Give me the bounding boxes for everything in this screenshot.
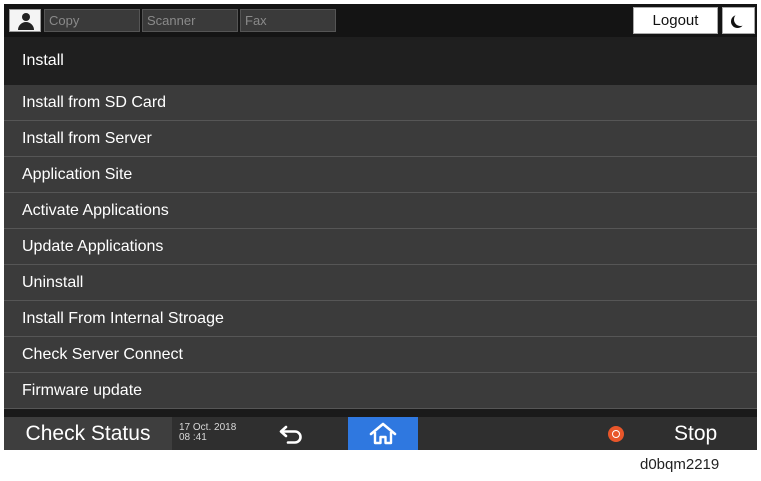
bottom-bar: Check Status 17 Oct. 2018 08 :41 Stop (4, 416, 757, 450)
home-icon (369, 422, 397, 445)
tab-fax[interactable]: Fax (240, 9, 336, 32)
menu-item-install-from-sd-card[interactable]: Install from SD Card (4, 85, 757, 121)
menu-item-firmware-update[interactable]: Firmware update (4, 373, 757, 409)
date-time-display: 17 Oct. 2018 08 :41 (179, 423, 236, 443)
tab-scanner[interactable]: Scanner (142, 9, 238, 32)
menu-item-check-server-connect[interactable]: Check Server Connect (4, 337, 757, 373)
stop-icon[interactable] (608, 426, 624, 442)
logout-button[interactable]: Logout (633, 7, 718, 34)
menu-item-activate-applications[interactable]: Activate Applications (4, 193, 757, 229)
time-text: 08 :41 (179, 432, 207, 443)
energy-saver-button[interactable] (722, 7, 755, 34)
user-button[interactable] (9, 9, 41, 32)
menu-item-update-applications[interactable]: Update Applications (4, 229, 757, 265)
back-button[interactable] (262, 417, 322, 450)
stop-button[interactable]: Stop (674, 417, 717, 450)
menu-item-install-from-server[interactable]: Install from Server (4, 121, 757, 157)
menu-item-application-site[interactable]: Application Site (4, 157, 757, 193)
moon-icon (734, 13, 747, 26)
tab-copy[interactable]: Copy (44, 9, 140, 32)
home-button[interactable] (348, 417, 418, 450)
device-screen: Copy Scanner Fax Logout Install Install … (4, 4, 757, 450)
top-bar: Copy Scanner Fax Logout (4, 4, 757, 37)
back-arrow-icon (279, 425, 302, 444)
menu-item-install-from-internal-storage[interactable]: Install From Internal Stroage (4, 301, 757, 337)
page-title: Install (4, 37, 757, 85)
figure-code-label: d0bqm2219 (640, 456, 720, 473)
check-status-button[interactable]: Check Status (4, 417, 172, 450)
install-menu: Install from SD Card Install from Server… (4, 85, 757, 409)
menu-item-uninstall[interactable]: Uninstall (4, 265, 757, 301)
